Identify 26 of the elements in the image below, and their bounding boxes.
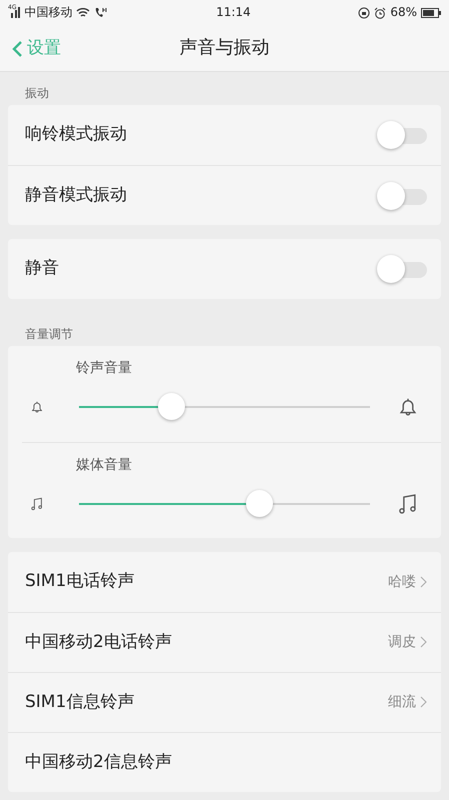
- page-title: 声音与振动: [180, 36, 270, 60]
- toggle-switch[interactable]: [377, 182, 427, 210]
- section-label: 振动: [24, 85, 50, 102]
- slider-label: 媒体音量: [76, 456, 133, 475]
- chevron-left-icon: [12, 40, 23, 58]
- setting-label: 静音: [25, 257, 59, 280]
- setting-label: 响铃模式振动: [25, 123, 127, 146]
- setting-label: SIM1电话铃声: [25, 570, 134, 594]
- ringtone-item[interactable]: 中国移动2信息铃声: [8, 732, 441, 792]
- setting-label: 中国移动2信息铃声: [25, 750, 172, 774]
- setting-value: 细流: [388, 693, 416, 712]
- setting-value: 调皮: [388, 633, 416, 652]
- toggle-switch[interactable]: [377, 121, 427, 149]
- battery-percent: 68%: [390, 4, 417, 21]
- section-label: 音量调节: [24, 326, 74, 343]
- toggle-switch[interactable]: [377, 255, 427, 283]
- ringtone-item[interactable]: SIM1信息铃声 细流: [8, 672, 441, 732]
- setting-value: 哈喽: [388, 572, 416, 592]
- setting-label: 静音模式振动: [25, 184, 127, 207]
- setting-label: SIM1信息铃声: [25, 690, 134, 714]
- slider-label: 铃声音量: [76, 359, 133, 378]
- ringtone-item[interactable]: 中国移动2电话铃声 调皮: [8, 612, 441, 672]
- setting-label: 中国移动2电话铃声: [25, 630, 172, 654]
- ringtone-item[interactable]: SIM1电话铃声 哈喽: [8, 552, 441, 612]
- carrier-name: 中国移动: [24, 4, 72, 21]
- time-label: 11:14: [215, 4, 252, 21]
